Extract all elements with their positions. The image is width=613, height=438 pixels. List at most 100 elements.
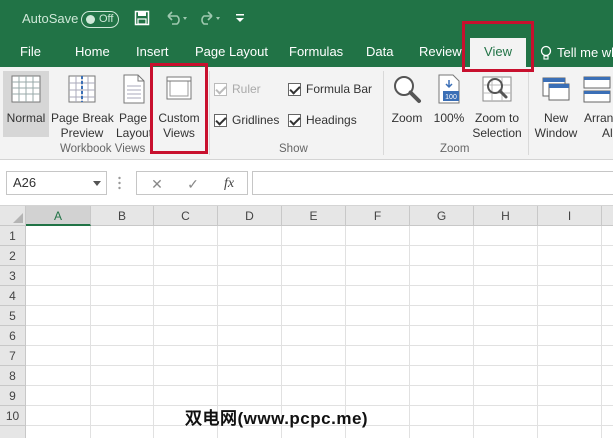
tab-formulas[interactable]: Formulas <box>289 38 343 67</box>
column-header[interactable]: D <box>218 206 282 226</box>
new-window-label-2: Window <box>534 126 578 140</box>
zoom-100-button[interactable]: 100 100% <box>432 73 466 126</box>
gridline <box>26 285 613 286</box>
customize-qat-icon[interactable] <box>234 8 246 28</box>
gridlines-check <box>214 113 227 127</box>
zoom-100-label: 100% <box>433 111 465 125</box>
column-header[interactable]: F <box>346 206 410 226</box>
chevron-down-icon[interactable] <box>93 181 101 186</box>
formula-input[interactable] <box>252 171 613 195</box>
undo-icon[interactable] <box>163 8 189 28</box>
page-layout-label-1: Page <box>118 111 148 125</box>
gridline <box>26 345 613 346</box>
headings-label: Headings <box>306 113 357 127</box>
column-header[interactable]: H <box>474 206 538 226</box>
group-separator <box>528 71 529 155</box>
autosave-toggle[interactable]: Off <box>81 11 119 28</box>
row-header[interactable]: 6 <box>0 326 26 346</box>
row-header[interactable]: 1 <box>0 226 26 246</box>
column-header[interactable]: G <box>410 206 474 226</box>
tab-review[interactable]: Review <box>419 38 462 67</box>
column-header[interactable] <box>602 206 613 226</box>
arrange-all-label-1: Arrange <box>584 111 613 125</box>
row-header[interactable]: 4 <box>0 286 26 306</box>
page-break-preview-icon <box>68 75 96 103</box>
autosave-state: Off <box>99 13 114 25</box>
column-header[interactable]: B <box>91 206 154 226</box>
gridline <box>26 265 613 266</box>
row-header[interactable]: 7 <box>0 346 26 366</box>
workbook-views-group-label: Workbook Views <box>60 143 146 155</box>
magnifier-icon <box>394 76 421 103</box>
page-break-preview-button[interactable]: Page Break Preview <box>51 73 114 141</box>
gridlines-checkbox[interactable]: Gridlines <box>214 113 279 127</box>
name-box[interactable]: A26 <box>6 171 107 195</box>
row-header[interactable]: 5 <box>0 306 26 326</box>
row-header[interactable]: 10 <box>0 406 26 426</box>
watermark-text: 双电网(www.pcpc.me) <box>185 409 369 428</box>
zoom-button[interactable]: Zoom <box>389 73 425 126</box>
zoom-to-selection-label-1: Zoom to <box>474 111 519 125</box>
column-header[interactable]: E <box>282 206 346 226</box>
arrange-all-button[interactable]: Arrange All <box>582 73 613 141</box>
column-header[interactable]: I <box>538 206 602 226</box>
tell-me-search[interactable]: Tell me wh <box>540 38 613 67</box>
tab-home[interactable]: Home <box>75 38 110 67</box>
page-layout-icon <box>123 74 145 104</box>
zoom-100-icon-text: 100 <box>445 94 457 101</box>
page-break-label-2: Preview <box>60 126 104 140</box>
row-header[interactable]: 8 <box>0 366 26 386</box>
redo-icon[interactable] <box>197 8 223 28</box>
row-header[interactable]: 3 <box>0 266 26 286</box>
zoom-100-icon: 100 <box>438 74 460 104</box>
cancel-icon[interactable]: ✕ <box>147 175 167 193</box>
ribbon-view: Normal Page Break Preview Page Layout Cu… <box>0 67 613 160</box>
ruler-checkbox[interactable]: Ruler <box>214 82 261 96</box>
headings-checkbox[interactable]: Headings <box>288 113 357 127</box>
zoom-to-selection-label-2: Selection <box>472 126 522 140</box>
row-header[interactable]: 2 <box>0 246 26 266</box>
normal-view-icon <box>11 75 41 103</box>
select-all-corner[interactable] <box>0 206 26 226</box>
formula-bar: A26 ✕ ✓ fx <box>0 160 613 206</box>
new-window-button[interactable]: New Window <box>532 73 580 141</box>
gridline <box>409 226 410 438</box>
page-break-label-1: Page Break <box>51 111 114 125</box>
headings-check <box>288 113 301 127</box>
gridline <box>26 385 613 386</box>
view-tab-highlight <box>462 21 534 72</box>
tab-data[interactable]: Data <box>366 38 393 67</box>
ruler-label: Ruler <box>232 82 261 96</box>
insert-function-icon[interactable]: fx <box>219 175 239 193</box>
toggle-knob <box>86 15 95 24</box>
gridline <box>473 226 474 438</box>
normal-label: Normal <box>6 111 46 125</box>
zoom-to-selection-icon <box>482 76 512 102</box>
tab-file[interactable]: File <box>20 38 41 67</box>
column-header[interactable]: C <box>154 206 218 226</box>
tell-me-label: Tell me wh <box>557 44 613 60</box>
zoom-group-label: Zoom <box>440 143 470 155</box>
gridline <box>601 226 602 438</box>
gridlines-label: Gridlines <box>232 113 280 127</box>
new-window-label-1: New <box>543 111 568 125</box>
formula-bar-checkbox[interactable]: Formula Bar <box>288 82 372 96</box>
select-all-icon <box>13 213 23 223</box>
page-layout-view-button[interactable]: Page Layout <box>116 73 150 141</box>
row-header[interactable] <box>0 426 26 438</box>
formula-bar-check <box>288 82 301 96</box>
normal-view-button[interactable]: Normal <box>3 71 49 137</box>
custom-views-highlight <box>150 63 208 154</box>
arrange-all-icon <box>583 76 611 103</box>
column-header[interactable]: A <box>26 206 91 226</box>
drag-handle-icon[interactable] <box>118 176 121 190</box>
zoom-to-selection-button[interactable]: Zoom to Selection <box>470 73 524 141</box>
gridline <box>26 365 613 366</box>
save-icon[interactable] <box>132 8 152 28</box>
gridline <box>537 226 538 438</box>
gridline <box>26 325 613 326</box>
arrange-all-label-2: All <box>602 126 613 140</box>
row-header[interactable]: 9 <box>0 386 26 406</box>
enter-icon[interactable]: ✓ <box>183 175 203 193</box>
page-layout-label-2: Layout <box>116 126 150 140</box>
